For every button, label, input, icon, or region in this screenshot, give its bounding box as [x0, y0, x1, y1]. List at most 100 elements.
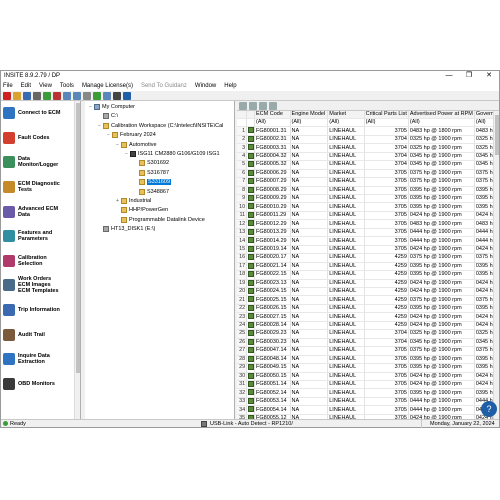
tree-icon[interactable]: [63, 91, 71, 100]
datalink-status[interactable]: USB-Link - Auto Detect - RP1210/: [201, 420, 293, 428]
tree-node[interactable]: S331609: [133, 178, 172, 186]
tree-node[interactable]: C:\: [97, 112, 118, 120]
menu-tools[interactable]: Tools: [60, 81, 74, 91]
open-icon[interactable]: [13, 91, 21, 100]
minimize-button[interactable]: —: [439, 71, 459, 81]
tree-node[interactable]: − My Computer: [88, 103, 135, 111]
grid-scrollbar[interactable]: [493, 111, 499, 419]
menu-view[interactable]: View: [39, 81, 52, 91]
nav-item-connect-to-ecm[interactable]: Connect to ECM: [1, 101, 80, 126]
table-row[interactable]: 10 FG80010.29 NA LINEHAUL 3705 0395 hp @ 1900…: [237, 202, 499, 212]
nav-item-inquire-data[interactable]: Inquire Data Extraction: [1, 347, 80, 372]
table-row[interactable]: 27 FG80047.14 NA LINEHAUL 3705 0375 hp @ 1900…: [237, 346, 499, 356]
column-header[interactable]: [246, 111, 256, 120]
table-row[interactable]: 30 FG80050.15 NA LINEHAUL 3705 0424 hp @ 1900…: [237, 372, 499, 382]
disconnect-icon[interactable]: [53, 91, 61, 100]
tree-node[interactable]: HHP/PowerGen: [115, 206, 168, 214]
table-row[interactable]: 18 FG80022.15 NA LINEHAUL 4259 0395 hp @ 1900…: [237, 270, 499, 280]
table-row[interactable]: 34 FG80054.14 NA LINEHAUL 3705 0444 hp @ 1900…: [237, 405, 499, 415]
column-filter[interactable]: (All): [408, 118, 475, 128]
refresh-icon[interactable]: [93, 91, 101, 100]
tree-node[interactable]: Programmable Datalink Device: [115, 216, 205, 224]
expand-icon[interactable]: +: [115, 198, 120, 204]
table-row[interactable]: 13 FG80013.29 NA LINEHAUL 3705 0444 hp @ 1900…: [237, 228, 499, 238]
table-row[interactable]: 21 FG80025.15 NA LINEHAUL 4259 0375 hp @ 1900…: [237, 295, 499, 305]
nav-item-features-parameters[interactable]: Features and Parameters: [1, 224, 80, 249]
column-filter[interactable]: (All): [327, 118, 365, 128]
table-row[interactable]: 31 FG80051.14 NA LINEHAUL 3705 0424 hp @ 1900…: [237, 380, 499, 390]
menu-help[interactable]: Help: [224, 81, 236, 91]
menu-send-to-guidanz[interactable]: Send To Guidanz: [141, 81, 187, 91]
stop-icon[interactable]: [3, 91, 11, 100]
menu-manage-license-s[interactable]: Manage License(s): [82, 81, 133, 91]
nav-scrollbar[interactable]: [74, 101, 80, 419]
table-row[interactable]: 4 FG80004.32 NA LINEHAUL 3704 0345 hp @ 1900 …: [237, 152, 499, 162]
table-row[interactable]: 29 FG80049.15 NA LINEHAUL 3705 0395 hp @ 1900…: [237, 363, 499, 373]
connect-icon[interactable]: [43, 91, 51, 100]
column-filter[interactable]: [246, 118, 256, 128]
table-row[interactable]: 11 FG80011.29 NA LINEHAUL 3705 0424 hp @ 1900…: [237, 211, 499, 221]
collapse-icon[interactable]: −: [88, 104, 93, 110]
print-icon[interactable]: [33, 91, 41, 100]
menu-window[interactable]: Window: [195, 81, 216, 91]
grid-scrollbar-thumb[interactable]: [495, 115, 499, 155]
table-row[interactable]: 33 FG80053.14 NA LINEHAUL 3705 0444 hp @ 1900…: [237, 397, 499, 407]
nav-scrollbar-thumb[interactable]: [76, 103, 80, 373]
table-row[interactable]: 9 FG80009.29 NA LINEHAUL 3705 0395 hp @ 1900 …: [237, 194, 499, 204]
menu-file[interactable]: File: [3, 81, 13, 91]
table-row[interactable]: 16 FG80020.17 NA LINEHAUL 4259 0375 hp @ 1900…: [237, 253, 499, 263]
binoculars-icon[interactable]: [113, 91, 121, 100]
table-row[interactable]: 17 FG80021.14 NA LINEHAUL 4259 0395 hp @ 1900…: [237, 262, 499, 272]
column-filter[interactable]: (All): [364, 118, 409, 128]
tree-node[interactable]: + Industrial: [115, 197, 151, 205]
save-icon[interactable]: [23, 91, 31, 100]
close-button[interactable]: ✕: [479, 71, 499, 81]
collapse-icon[interactable]: −: [97, 123, 102, 129]
nav-item-obd-monitors[interactable]: OBD Monitors: [1, 372, 80, 397]
nav-item-fault-codes[interactable]: Fault Codes: [1, 126, 80, 151]
table-row[interactable]: 8 FG80008.29 NA LINEHAUL 3705 0395 hp @ 1900 …: [237, 186, 499, 196]
collapse-icon[interactable]: −: [115, 142, 120, 148]
table-row[interactable]: 26 FG80030.23 NA LINEHAUL 3704 0345 hp @ 1900…: [237, 338, 499, 348]
select-all-icon[interactable]: [239, 101, 247, 110]
tree-node[interactable]: − Automotive: [115, 141, 157, 149]
nav-item-calibration-selection[interactable]: Calibration Selection: [1, 249, 80, 274]
table-row[interactable]: 23 FG80027.15 NA LINEHAUL 4259 0424 hp @ 1900…: [237, 312, 499, 322]
table-row[interactable]: 6 FG80006.29 NA LINEHAUL 3705 0375 hp @ 1900 …: [237, 169, 499, 179]
table-row[interactable]: 3 FG80003.31 NA LINEHAUL 3704 0325 hp @ 1900 …: [237, 143, 499, 153]
tree-node[interactable]: HT13_DISK1 (E:\): [97, 225, 155, 233]
nav-item-audit-trail[interactable]: Audit Trail: [1, 322, 80, 347]
table-row[interactable]: 5 FG80005.32 NA LINEHAUL 3704 0345 hp @ 1900 …: [237, 160, 499, 170]
tree-node[interactable]: − Calibration Workspace (C:\Intelect\INSI…: [97, 122, 223, 130]
filter-icon[interactable]: [249, 101, 257, 110]
column-header[interactable]: ECM Code: [254, 111, 291, 120]
nav-item-advanced-ecm-data[interactable]: Advanced ECM Data: [1, 199, 80, 224]
column-header[interactable]: Market: [327, 111, 365, 120]
table-row[interactable]: 15 FG80019.14 NA LINEHAUL 3705 0424 hp @ 1900…: [237, 245, 499, 255]
nav-item-diagnostic-tests[interactable]: ECM Diagnostic Tests: [1, 175, 80, 200]
tree-node[interactable]: S316787: [133, 169, 169, 177]
column-filter[interactable]: (All): [290, 118, 329, 128]
table-row[interactable]: 20 FG80024.15 NA LINEHAUL 4259 0424 hp @ 1900…: [237, 287, 499, 297]
table-row[interactable]: 7 FG80007.29 NA LINEHAUL 3705 0375 hp @ 1900 …: [237, 177, 499, 187]
menu-edit[interactable]: Edit: [21, 81, 31, 91]
window-icon[interactable]: [103, 91, 111, 100]
nav-item-data-monitor[interactable]: Data Monitor/Logger: [1, 150, 80, 175]
table-row[interactable]: 19 FG80023.13 NA LINEHAUL 4259 0424 hp @ 1900…: [237, 279, 499, 289]
column-filter[interactable]: (All): [254, 118, 291, 128]
column-filter[interactable]: [237, 118, 248, 128]
export-icon[interactable]: [269, 101, 277, 110]
tree-node[interactable]: − ISG11 CM2880 G106/G109 ISG1: [124, 150, 220, 158]
collapse-icon[interactable]: −: [124, 151, 129, 157]
tree-node[interactable]: S348867: [133, 188, 169, 196]
nav-item-work-orders[interactable]: Work Orders ECM Images ECM Templates: [1, 273, 80, 298]
table-row[interactable]: 28 FG80048.14 NA LINEHAUL 3705 0395 hp @ 1900…: [237, 355, 499, 365]
table-row[interactable]: 1 FG80001.31 NA LINEHAUL 3705 0483 hp @ 1800 …: [237, 126, 499, 136]
table-row[interactable]: 25 FG80029.23 NA LINEHAUL 3704 0325 hp @ 1900…: [237, 329, 499, 339]
tree-node[interactable]: S301692: [133, 159, 169, 167]
column-header[interactable]: Advertised Power at RPM: [408, 111, 475, 120]
help-icon[interactable]: [123, 91, 131, 100]
collapse-icon[interactable]: −: [106, 132, 111, 138]
table-row[interactable]: 22 FG80026.15 NA LINEHAUL 4259 0395 hp @ 1900…: [237, 304, 499, 314]
table-row[interactable]: 2 FG80002.31 NA LINEHAUL 3704 0325 hp @ 1900 …: [237, 135, 499, 145]
